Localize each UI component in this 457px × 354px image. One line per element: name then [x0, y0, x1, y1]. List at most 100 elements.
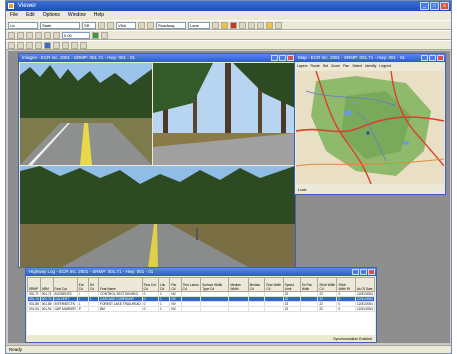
table-cell: 22: [317, 306, 338, 312]
play-icon[interactable]: [35, 31, 42, 39]
ruler-icon[interactable]: [26, 41, 33, 49]
menu-help[interactable]: Help: [94, 11, 104, 20]
roadway-dropdown[interactable]: Roadway: [156, 21, 186, 29]
map-minimize-button[interactable]: [421, 55, 428, 61]
highway-log-grid[interactable]: SRMP ARM Feat Cat Ent Cd Srf Cd Feat Nam…: [27, 277, 375, 335]
srmp-field[interactable]: 0.00: [62, 31, 90, 39]
map-tab-identify[interactable]: Identify: [365, 62, 376, 70]
pause-icon[interactable]: [26, 31, 33, 39]
step-back-icon[interactable]: [17, 31, 24, 39]
direction-icon[interactable]: [101, 31, 108, 39]
column-header[interactable]: As Of Date: [354, 277, 375, 292]
images-minimize-button[interactable]: [271, 55, 278, 61]
settings-icon[interactable]: [275, 21, 282, 29]
zoom-out-icon[interactable]: [257, 21, 264, 29]
menu-file[interactable]: File: [10, 11, 18, 20]
measure-icon[interactable]: [17, 41, 24, 49]
map-tab-legend[interactable]: Legend: [379, 62, 391, 70]
column-header[interactable]: Ent Cd: [76, 277, 89, 292]
table-cell: P: [76, 306, 89, 312]
images-maximize-button[interactable]: [279, 55, 286, 61]
column-header[interactable]: Feat Name: [98, 277, 143, 292]
toolbar-tools: [6, 40, 451, 50]
rewind-icon[interactable]: [8, 31, 15, 39]
images-window: Images - ECR Inc. 2001 - SRMP: 001.71 - …: [18, 53, 296, 268]
minimize-button[interactable]: _: [420, 2, 429, 10]
map-tab-layers[interactable]: Layers: [297, 62, 308, 70]
menu-options[interactable]: Options: [43, 11, 60, 20]
first-icon[interactable]: [98, 21, 105, 29]
sr-field[interactable]: SR: [82, 21, 96, 29]
stop-icon[interactable]: [230, 21, 237, 29]
map-status-bar: Lock: [295, 185, 445, 194]
lic-dropdown[interactable]: Lic: [8, 21, 38, 29]
table-maximize-button[interactable]: [360, 269, 367, 275]
column-header[interactable]: Ex Pav Wdth: [299, 277, 319, 292]
lane-dropdown[interactable]: Lane: [188, 21, 210, 29]
state-dropdown[interactable]: State: [40, 21, 80, 29]
table-cell: 001.71: [27, 291, 41, 297]
table-minimize-button[interactable]: [352, 269, 359, 275]
map-canvas[interactable]: [296, 71, 444, 184]
table-row[interactable]: 001.94 001.94 GAP MARKER P BM 0 1 NV 22 22 0 12/31/…: [27, 306, 375, 312]
next-icon[interactable]: [138, 21, 145, 29]
fast-forward-icon[interactable]: [53, 31, 60, 39]
column-header[interactable]: Speed Limit: [282, 277, 301, 292]
table-close-button[interactable]: [368, 269, 375, 275]
step-forward-icon[interactable]: [44, 31, 51, 39]
map-close-button[interactable]: [437, 55, 444, 61]
images-window-title[interactable]: Images - ECR Inc. 2001 - SRMP: 001.71 - …: [19, 54, 295, 62]
table-icon[interactable]: [53, 41, 60, 49]
column-header[interactable]: Median Width: [228, 277, 249, 292]
print-icon[interactable]: [239, 21, 246, 29]
map-maximize-button[interactable]: [429, 55, 436, 61]
close-button[interactable]: x: [440, 2, 449, 10]
column-header[interactable]: Shldr Wdth Rt: [336, 277, 356, 292]
column-header[interactable]: Median Cd: [247, 277, 266, 292]
folder-icon[interactable]: [221, 21, 228, 29]
map-status-text: Lock: [298, 187, 307, 192]
app-title-bar[interactable]: Viewer _ □ x: [6, 1, 451, 11]
app-status-text: Ready: [9, 347, 23, 352]
last-icon[interactable]: [147, 21, 154, 29]
column-header[interactable]: Shldr Wdth Cd: [317, 277, 338, 292]
maximize-button[interactable]: □: [430, 2, 439, 10]
table-cell: 22: [282, 306, 301, 312]
images-close-button[interactable]: [287, 55, 294, 61]
map-icon[interactable]: [44, 41, 51, 49]
table-cell: BM: [98, 306, 143, 312]
map-tab-pan[interactable]: Pan: [343, 62, 349, 70]
map-tab-zoom[interactable]: Zoom: [331, 62, 340, 70]
map-window-title[interactable]: Map - ECR Inc. 2001 - SRMP: 001.71 - Hwy…: [295, 54, 445, 62]
prev-icon[interactable]: [107, 21, 114, 29]
menu-edit[interactable]: Edit: [26, 11, 35, 20]
chart-icon[interactable]: [62, 41, 69, 49]
column-header[interactable]: Row Wdth Cd: [264, 277, 284, 292]
map-tab-set[interactable]: Set: [323, 62, 328, 70]
table-cell: [247, 306, 266, 312]
column-header[interactable]: Row Cnt Cd: [141, 277, 160, 292]
column-header[interactable]: Lnk Cd: [157, 277, 171, 292]
highway-log-window-title[interactable]: Highway Log - ECR Inc. 2001 - SRMP: 001.…: [26, 268, 376, 276]
zoom-in-icon[interactable]: [248, 21, 255, 29]
menu-window[interactable]: Window: [68, 11, 86, 20]
table-cell: NV: [169, 306, 182, 312]
grid-icon[interactable]: [35, 41, 42, 49]
map-tab-select[interactable]: Select: [352, 62, 362, 70]
column-header[interactable]: Feat Cat: [52, 277, 78, 292]
column-header[interactable]: ARM: [39, 277, 54, 292]
image-icon[interactable]: [266, 21, 273, 29]
vna-field[interactable]: VNA: [116, 21, 136, 29]
map-tab-route[interactable]: Route: [311, 62, 320, 70]
camera-icon[interactable]: [71, 41, 78, 49]
refresh-icon[interactable]: [212, 21, 219, 29]
column-header[interactable]: Thru Lanes Cd: [180, 277, 202, 292]
map-window: Map - ECR Inc. 2001 - SRMP: 001.71 - Hwy…: [294, 53, 446, 195]
column-header[interactable]: SRMP: [27, 277, 41, 292]
lock-icon[interactable]: [80, 41, 87, 49]
column-header[interactable]: Srf Cd: [87, 277, 100, 292]
column-header[interactable]: Surface Width Type Cd: [200, 277, 230, 292]
select-icon[interactable]: [8, 41, 15, 49]
column-header[interactable]: Par Cd: [169, 277, 182, 292]
go-icon[interactable]: [92, 31, 99, 39]
